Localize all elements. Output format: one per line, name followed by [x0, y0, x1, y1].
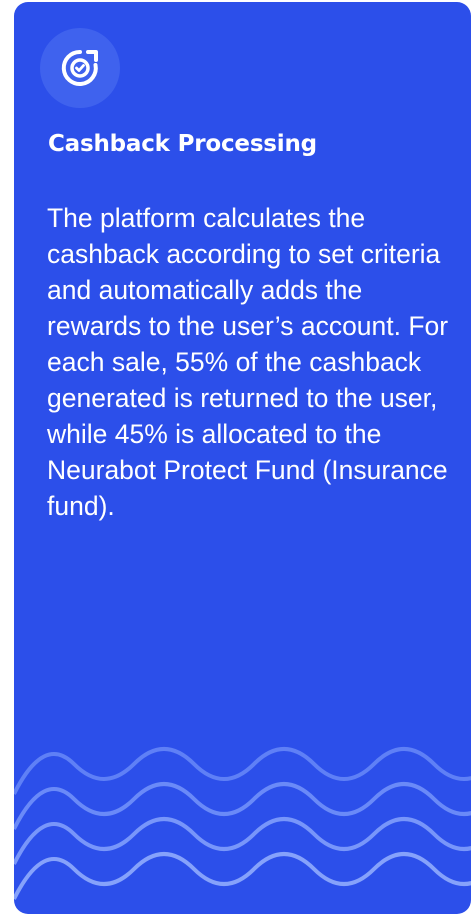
wave-line-1 [14, 747, 471, 795]
card-title: Cashback Processing [48, 131, 317, 157]
card-description: The platform calculates the cashback acc… [47, 203, 449, 521]
wave-line-4 [14, 852, 471, 900]
cashback-processing-card: Cashback Processing The platform calcula… [14, 2, 471, 914]
wave-line-2 [14, 782, 471, 830]
refresh-check-icon [61, 49, 98, 86]
icon-badge [40, 28, 120, 108]
wave-line-3 [14, 817, 471, 865]
wave-decoration [14, 747, 471, 900]
